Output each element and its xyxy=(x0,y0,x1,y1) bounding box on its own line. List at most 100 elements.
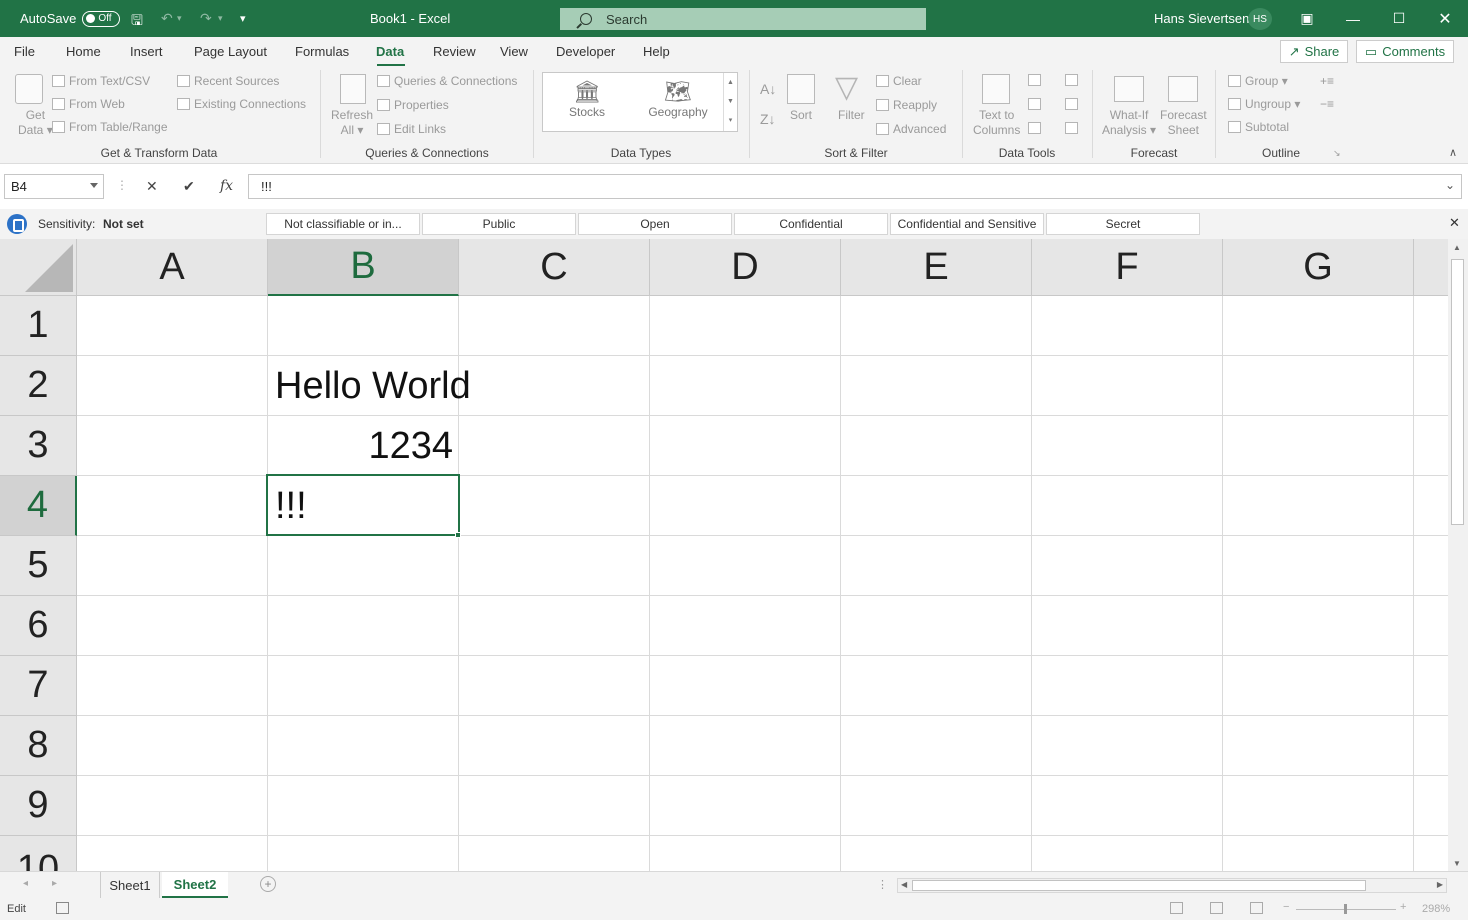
show-detail-icon[interactable]: +≡ xyxy=(1320,74,1334,88)
sort-az-button[interactable]: A↓ xyxy=(760,78,776,100)
undo-icon[interactable]: ↶ xyxy=(161,10,173,27)
autosave-toggle[interactable]: Off xyxy=(82,10,121,27)
scroll-right-icon[interactable]: ▶ xyxy=(1437,880,1443,889)
tab-data[interactable]: Data xyxy=(376,44,404,59)
data-validation-icon[interactable] xyxy=(1028,122,1041,134)
zoom-in-icon[interactable]: + xyxy=(1400,901,1406,913)
autosave-control[interactable]: AutoSave Off xyxy=(20,0,121,37)
properties-button[interactable]: Properties xyxy=(377,98,449,112)
tab-insert[interactable]: Insert xyxy=(130,44,163,59)
hide-detail-icon[interactable]: −≡ xyxy=(1320,97,1334,111)
reapply-button[interactable]: Reapply xyxy=(876,98,937,112)
row-header-6[interactable]: 6 xyxy=(0,596,77,656)
text-to-columns-button[interactable]: Text to Columns xyxy=(973,108,1020,138)
group-button[interactable]: Group ▾ xyxy=(1228,74,1288,88)
expand-formula-bar-icon[interactable]: ⌄ xyxy=(1445,178,1455,192)
sheet-tab-sheet1[interactable]: Sheet1 xyxy=(100,872,160,898)
next-sheet-icon[interactable]: ▸ xyxy=(52,878,57,889)
tab-review[interactable]: Review xyxy=(433,44,476,59)
get-data-button[interactable]: Get Data ▾ xyxy=(18,108,53,138)
cell-b2[interactable]: Hello World xyxy=(268,356,648,416)
sort-button[interactable]: Sort xyxy=(790,108,812,122)
row-header-4[interactable]: 4 xyxy=(0,476,77,536)
remove-duplicates-icon[interactable] xyxy=(1028,98,1041,110)
scroll-left-icon[interactable]: ◀ xyxy=(901,880,907,889)
what-if-button[interactable]: What-If Analysis ▾ xyxy=(1102,108,1156,138)
column-header-b[interactable]: B xyxy=(268,239,459,296)
tab-file[interactable]: File xyxy=(14,44,35,59)
minimize-button[interactable]: — xyxy=(1330,0,1376,37)
column-header-h-partial[interactable] xyxy=(1414,239,1448,296)
forecast-sheet-button[interactable]: Forecast Sheet xyxy=(1160,108,1207,138)
fill-handle[interactable] xyxy=(455,532,461,538)
row-header-2[interactable]: 2 xyxy=(0,356,77,416)
sensitivity-option-not-classifiable[interactable]: Not classifiable or in... xyxy=(266,213,420,235)
sensitivity-option-confidential-sensitive[interactable]: Confidential and Sensitive xyxy=(890,213,1044,235)
from-web-button[interactable]: From Web xyxy=(52,97,125,111)
consolidate-icon[interactable] xyxy=(1065,74,1078,86)
gallery-scroll[interactable]: ▲ ▼ ▾ xyxy=(723,73,737,131)
collapse-ribbon-icon[interactable]: ∧ xyxy=(1449,146,1457,159)
previous-sheet-icon[interactable]: ◂ xyxy=(23,878,28,889)
user-name[interactable]: Hans Sievertsen xyxy=(1154,0,1249,37)
maximize-button[interactable]: ☐ xyxy=(1376,0,1422,37)
refresh-all-button[interactable]: Refresh All ▾ xyxy=(331,108,373,138)
recent-sources-button[interactable]: Recent Sources xyxy=(177,74,279,88)
outline-dialog-launcher-icon[interactable]: ↘ xyxy=(1333,148,1341,159)
normal-view-icon[interactable] xyxy=(1170,902,1183,914)
scroll-up-icon[interactable]: ▲ xyxy=(1453,243,1461,252)
clear-button[interactable]: Clear xyxy=(876,74,922,88)
row-header-1[interactable]: 1 xyxy=(0,296,77,356)
column-header-a[interactable]: A xyxy=(77,239,268,296)
insert-function-icon[interactable]: fx xyxy=(220,178,233,194)
tab-page-layout[interactable]: Page Layout xyxy=(194,44,267,59)
redo-icon[interactable]: ↷ xyxy=(200,10,212,27)
close-button[interactable]: ✕ xyxy=(1422,0,1468,37)
redo-dropdown-icon[interactable]: ▾ xyxy=(218,13,223,24)
edit-links-button[interactable]: Edit Links xyxy=(377,122,446,136)
sensitivity-option-secret[interactable]: Secret xyxy=(1046,213,1200,235)
close-sensitivity-bar-icon[interactable]: ✕ xyxy=(1449,215,1460,231)
undo-dropdown-icon[interactable]: ▾ xyxy=(177,13,182,24)
row-header-10[interactable]: 10 xyxy=(0,836,77,871)
avatar[interactable]: HS xyxy=(1248,8,1272,30)
search-box[interactable]: Search xyxy=(560,8,926,30)
zoom-level[interactable]: 298% xyxy=(1422,903,1450,915)
enter-icon[interactable]: ✔ xyxy=(183,178,195,195)
horizontal-scroll-thumb[interactable] xyxy=(912,880,1366,891)
vertical-scrollbar[interactable]: ▲ ▼ xyxy=(1448,239,1468,871)
row-header-3[interactable]: 3 xyxy=(0,416,77,476)
row-header-8[interactable]: 8 xyxy=(0,716,77,776)
select-all-button[interactable] xyxy=(0,239,77,296)
sensitivity-option-public[interactable]: Public xyxy=(422,213,576,235)
column-header-f[interactable]: F xyxy=(1032,239,1223,296)
geography-button[interactable]: 🗺 Geography xyxy=(643,79,713,119)
page-break-view-icon[interactable] xyxy=(1250,902,1263,914)
new-sheet-icon[interactable]: + xyxy=(260,876,276,892)
filter-button[interactable]: Filter xyxy=(838,108,865,122)
from-text-csv-button[interactable]: From Text/CSV xyxy=(52,74,150,88)
vertical-scroll-thumb[interactable] xyxy=(1451,259,1464,525)
existing-connections-button[interactable]: Existing Connections xyxy=(177,97,306,111)
ungroup-button[interactable]: Ungroup ▾ xyxy=(1228,97,1300,111)
page-layout-view-icon[interactable] xyxy=(1210,902,1223,914)
cancel-icon[interactable]: ✕ xyxy=(146,178,158,195)
share-button[interactable]: ↗ Share xyxy=(1280,40,1348,63)
sheet-tab-sheet2[interactable]: Sheet2 xyxy=(162,872,228,898)
ribbon-display-options-icon[interactable]: ▣ xyxy=(1284,0,1330,37)
zoom-out-icon[interactable]: − xyxy=(1283,901,1289,913)
sensitivity-option-open[interactable]: Open xyxy=(578,213,732,235)
zoom-slider-thumb[interactable] xyxy=(1344,904,1347,914)
column-header-g[interactable]: G xyxy=(1223,239,1414,296)
column-header-e[interactable]: E xyxy=(841,239,1032,296)
row-header-5[interactable]: 5 xyxy=(0,536,77,596)
relationships-icon[interactable] xyxy=(1065,98,1078,110)
sort-za-button[interactable]: Z↓ xyxy=(760,108,776,130)
accessibility-icon[interactable] xyxy=(56,902,69,914)
tab-formulas[interactable]: Formulas xyxy=(295,44,349,59)
subtotal-button[interactable]: Subtotal xyxy=(1228,120,1289,134)
tab-home[interactable]: Home xyxy=(66,44,101,59)
customize-qat-icon[interactable]: ▾ xyxy=(240,12,246,25)
tab-developer[interactable]: Developer xyxy=(556,44,615,59)
save-icon[interactable]: 🖫 xyxy=(131,10,143,34)
